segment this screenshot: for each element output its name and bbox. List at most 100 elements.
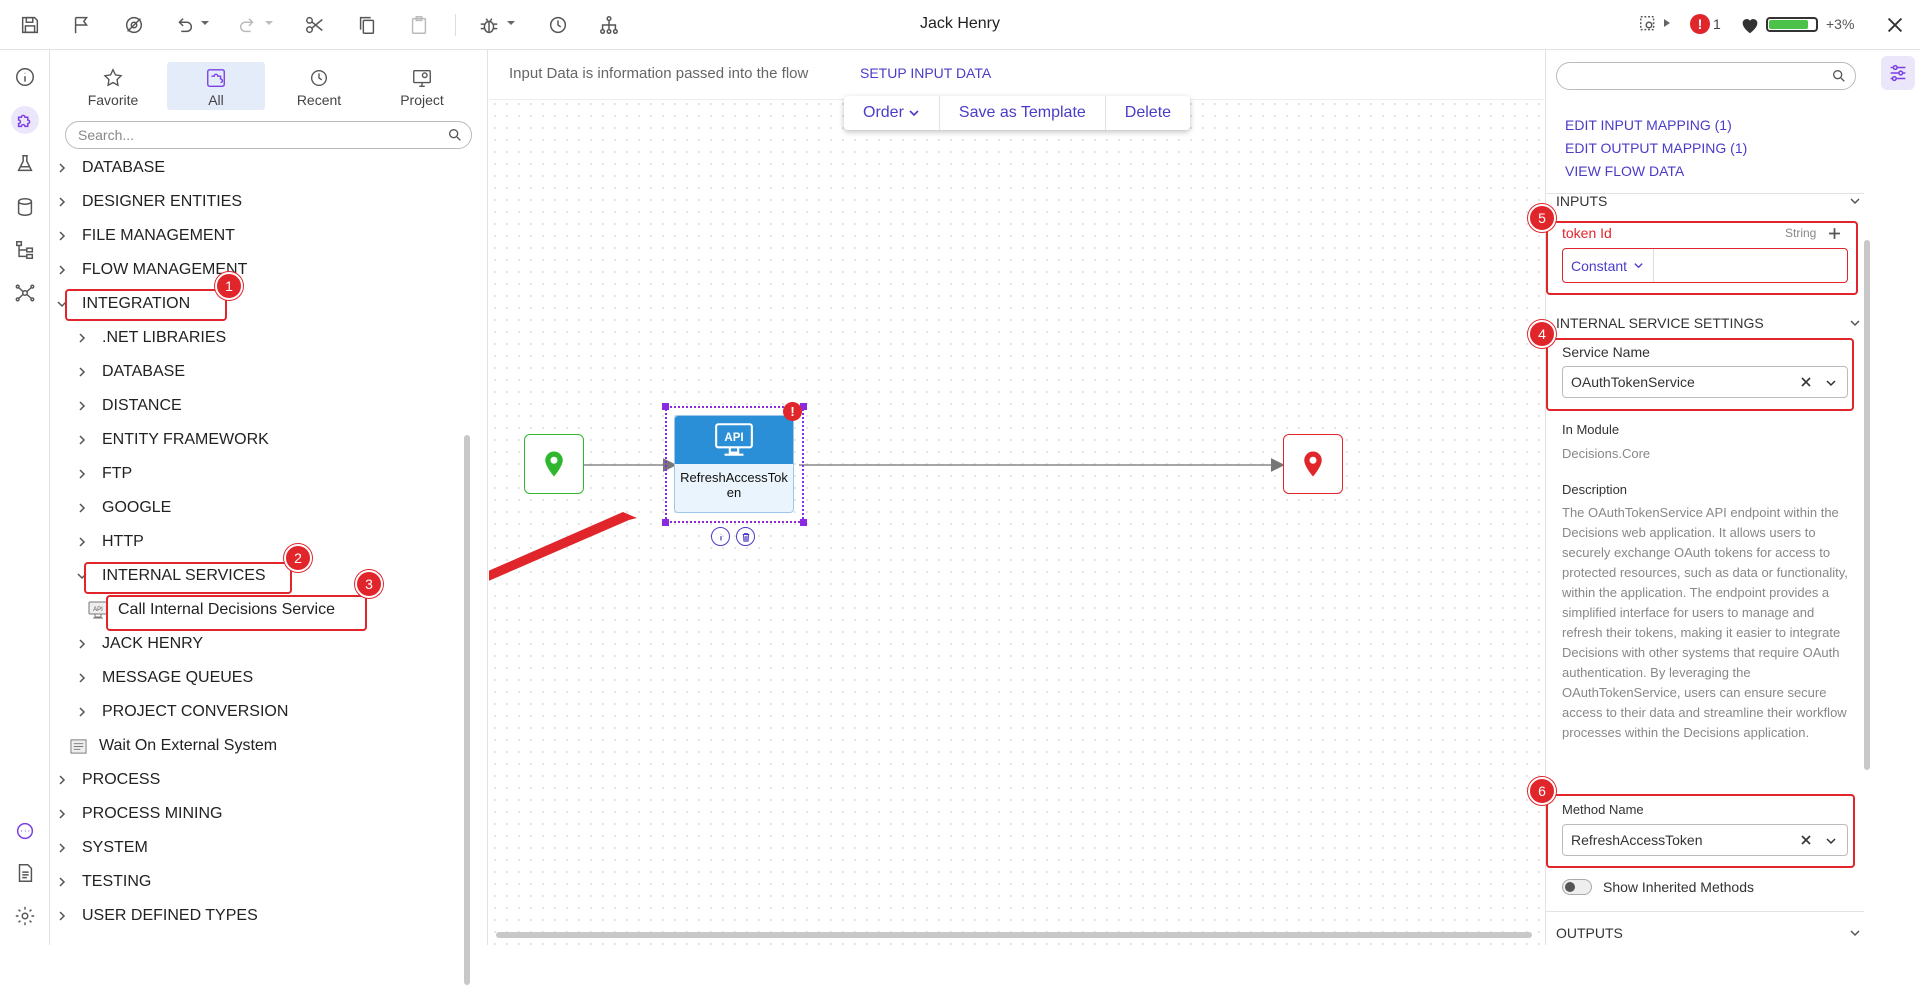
close-icon[interactable] — [1883, 13, 1907, 37]
redo-dropdown-icon[interactable] — [264, 18, 274, 28]
no-preview-icon[interactable] — [122, 13, 146, 37]
tree-item[interactable]: USER DEFINED TYPES — [56, 902, 258, 930]
edit-input-mapping-link[interactable]: EDIT INPUT MAPPING (1) — [1565, 117, 1732, 133]
internal-service-settings-header[interactable]: INTERNAL SERVICE SETTINGS — [1556, 312, 1861, 334]
paste-icon[interactable] — [407, 13, 431, 37]
tree-structure-icon[interactable] — [11, 236, 39, 264]
network-icon[interactable] — [11, 279, 39, 307]
tree-item[interactable]: PROCESS MINING — [56, 800, 222, 828]
error-indicator-icon[interactable]: ! — [1690, 14, 1710, 34]
chevron-right-icon[interactable] — [56, 264, 68, 276]
tab-all[interactable]: All — [167, 62, 265, 110]
search-icon[interactable] — [1831, 68, 1847, 84]
tree-item[interactable]: ENTITY FRAMEWORK — [76, 426, 269, 454]
undo-dropdown-icon[interactable] — [200, 18, 210, 28]
tree-item[interactable]: FILE MANAGEMENT — [56, 222, 235, 250]
properties-toggle-button[interactable] — [1881, 56, 1915, 90]
chevron-right-icon[interactable] — [56, 808, 68, 820]
step-info-icon[interactable] — [711, 527, 730, 546]
tree-item[interactable]: TESTING — [56, 868, 151, 896]
chevron-right-icon[interactable] — [76, 638, 88, 650]
flask-icon[interactable] — [11, 150, 39, 178]
refresh-access-token-step[interactable]: API RefreshAccessToken — [674, 415, 794, 513]
tree-item[interactable]: JACK HENRY — [76, 630, 203, 658]
chevron-right-icon[interactable] — [76, 332, 88, 344]
chevron-right-icon[interactable] — [76, 400, 88, 412]
debug-dropdown-icon[interactable] — [506, 18, 516, 28]
run-settings-icon[interactable] — [1637, 13, 1661, 37]
tree-item[interactable]: HTTP — [76, 528, 144, 556]
toolbox-scrollbar[interactable] — [464, 435, 470, 985]
step-error-icon[interactable]: ! — [783, 402, 802, 421]
tree-item[interactable]: PROCESS — [56, 766, 160, 794]
chevron-right-icon[interactable] — [76, 536, 88, 548]
annotation-badge-3: 3 — [355, 570, 383, 598]
hierarchy-icon[interactable] — [597, 13, 621, 37]
save-icon[interactable] — [18, 13, 42, 37]
outputs-section-header[interactable]: OUTPUTS — [1556, 922, 1861, 944]
end-node[interactable] — [1283, 434, 1343, 494]
database-icon[interactable] — [11, 193, 39, 221]
search-icon[interactable] — [447, 127, 463, 143]
canvas-horizontal-scrollbar[interactable] — [496, 932, 1532, 938]
chevron-right-icon[interactable] — [56, 162, 68, 174]
tree-item[interactable]: MESSAGE QUEUES — [76, 664, 253, 692]
properties-search[interactable] — [1556, 62, 1856, 90]
toolbox-puzzle-icon[interactable] — [11, 106, 39, 134]
step-delete-icon[interactable] — [736, 527, 755, 546]
undo-icon[interactable] — [172, 13, 196, 37]
tab-recent[interactable]: Recent — [270, 62, 368, 110]
start-node[interactable] — [524, 434, 584, 494]
flag-icon[interactable] — [70, 13, 94, 37]
setup-input-data-link[interactable]: SETUP INPUT DATA — [860, 65, 991, 81]
chevron-right-icon[interactable] — [56, 910, 68, 922]
show-inherited-toggle[interactable] — [1562, 879, 1592, 895]
redo-icon[interactable] — [236, 13, 260, 37]
cut-icon[interactable] — [303, 13, 327, 37]
tree-item[interactable]: DATABASE — [56, 154, 165, 182]
chevron-right-icon[interactable] — [56, 774, 68, 786]
chevron-right-icon[interactable] — [76, 434, 88, 446]
info-icon[interactable] — [11, 63, 39, 91]
tree-item-label: .NET LIBRARIES — [102, 329, 227, 346]
history-icon[interactable] — [546, 13, 570, 37]
view-flow-data-link[interactable]: VIEW FLOW DATA — [1565, 163, 1684, 179]
chevron-right-icon[interactable] — [76, 672, 88, 684]
chevron-right-icon[interactable] — [56, 876, 68, 888]
chevron-right-icon[interactable] — [76, 502, 88, 514]
tree-item[interactable]: .NET LIBRARIES — [76, 324, 226, 352]
chevron-right-icon[interactable] — [56, 842, 68, 854]
tab-favorite[interactable]: Favorite — [64, 62, 162, 110]
resize-handle[interactable] — [800, 519, 807, 526]
chevron-right-icon[interactable] — [56, 230, 68, 242]
chevron-right-icon[interactable] — [76, 366, 88, 378]
settings-gear-icon[interactable] — [11, 902, 39, 930]
tree-item[interactable]: DISTANCE — [76, 392, 182, 420]
tree-item[interactable]: DESIGNER ENTITIES — [56, 188, 242, 216]
wait-icon — [70, 738, 87, 754]
inputs-section-header[interactable]: INPUTS — [1556, 190, 1861, 212]
toolbox-search-input[interactable] — [78, 122, 438, 148]
edit-output-mapping-link[interactable]: EDIT OUTPUT MAPPING (1) — [1565, 140, 1747, 156]
chevron-right-icon[interactable] — [76, 706, 88, 718]
tree-item[interactable]: DATABASE — [76, 358, 185, 386]
tree-item[interactable]: PROJECT CONVERSION — [76, 698, 288, 726]
debug-icon[interactable] — [477, 13, 501, 37]
chevron-right-icon[interactable] — [56, 196, 68, 208]
tab-project[interactable]: Project — [373, 62, 471, 110]
chevron-right-icon[interactable] — [76, 468, 88, 480]
chat-icon[interactable] — [11, 817, 39, 845]
tree-item[interactable]: FTP — [76, 460, 132, 488]
resize-handle[interactable] — [662, 403, 669, 410]
health-bar — [1766, 17, 1818, 32]
tree-item[interactable]: Wait On External System — [70, 732, 277, 760]
tree-item[interactable]: SYSTEM — [56, 834, 148, 862]
tree-item[interactable]: GOOGLE — [76, 494, 171, 522]
start-pin-icon — [545, 451, 563, 477]
properties-scrollbar[interactable] — [1864, 240, 1870, 770]
document-icon[interactable] — [11, 859, 39, 887]
copy-icon[interactable] — [355, 13, 379, 37]
run-dropdown-icon[interactable] — [1662, 18, 1672, 28]
heart-icon[interactable] — [1738, 13, 1762, 37]
resize-handle[interactable] — [662, 519, 669, 526]
